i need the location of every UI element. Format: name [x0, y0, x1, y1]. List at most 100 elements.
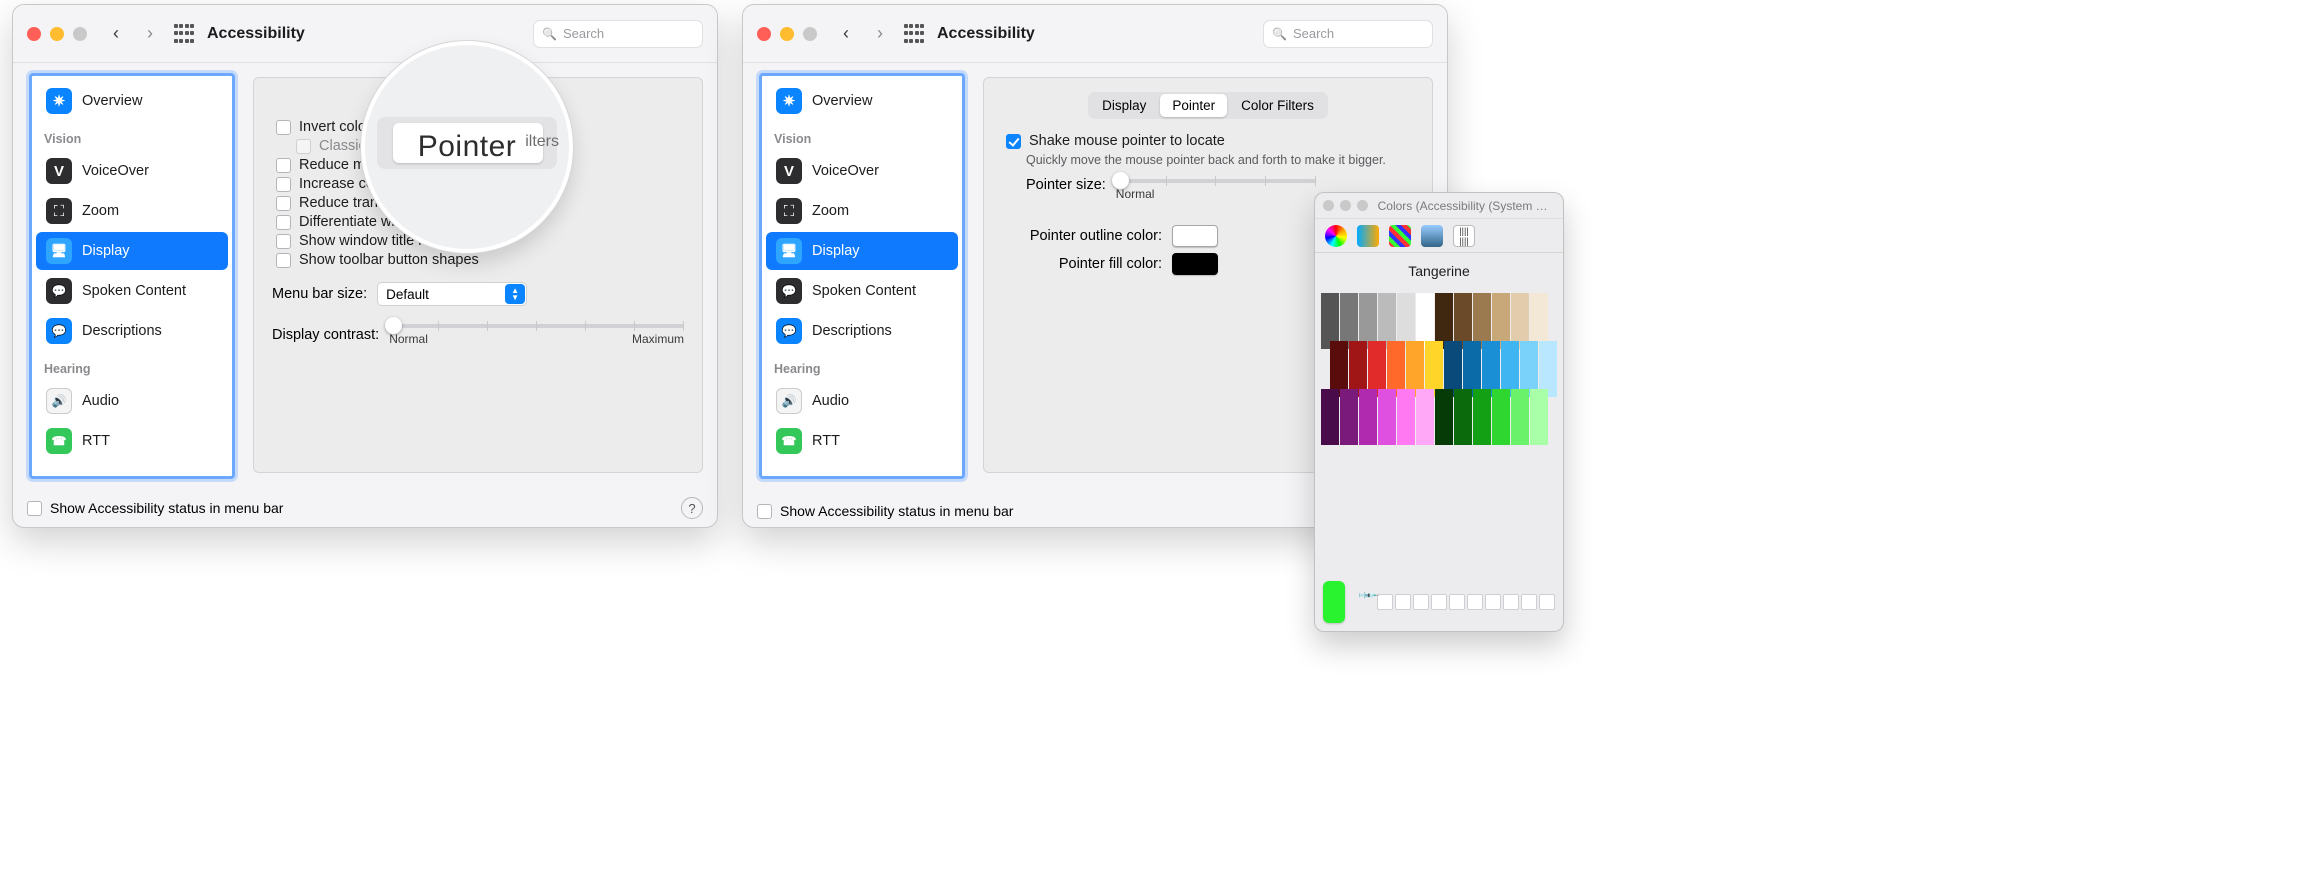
- colorpanel-modes: ||||||||: [1315, 219, 1563, 253]
- back-button[interactable]: ‹: [105, 23, 127, 45]
- forward-button[interactable]: ›: [139, 23, 161, 45]
- sidebar-item-rtt[interactable]: RTT: [36, 422, 228, 460]
- pencil-swatch[interactable]: [1321, 389, 1339, 445]
- recent-slot[interactable]: [1395, 594, 1411, 610]
- pencil-swatch[interactable]: [1530, 389, 1548, 445]
- sidebar-item-spoken[interactable]: Spoken Content: [766, 272, 958, 310]
- pointer-size-slider[interactable]: [1116, 179, 1316, 183]
- help-button[interactable]: ?: [681, 497, 703, 519]
- pencil-swatch[interactable]: [1416, 389, 1434, 445]
- outline-color-row: Pointer outline color:: [1002, 225, 1335, 247]
- menu-bar-size-select[interactable]: Default ▲▼: [377, 282, 527, 306]
- sidebar-item-zoom[interactable]: Zoom: [766, 192, 958, 230]
- sidebar-item-spoken[interactable]: Spoken Content: [36, 272, 228, 310]
- sidebar-item-display[interactable]: Display: [36, 232, 228, 270]
- sidebar-item-descriptions[interactable]: Descriptions: [36, 312, 228, 350]
- pencil-swatch[interactable]: [1378, 389, 1396, 445]
- sidebar-item-voiceover[interactable]: VoiceOver: [36, 152, 228, 190]
- pencil-swatch[interactable]: [1454, 389, 1472, 445]
- recent-slot[interactable]: [1413, 594, 1429, 610]
- selected-color-swatch[interactable]: [1323, 581, 1345, 623]
- tab-pointer[interactable]: Pointer: [1160, 94, 1227, 117]
- traffic-lights: [757, 27, 817, 41]
- recent-slot[interactable]: [1539, 594, 1555, 610]
- opt-toolbar-shapes[interactable]: Show toolbar button shapes: [276, 252, 684, 268]
- pencil-swatch[interactable]: [1359, 389, 1377, 445]
- sliders-mode-icon[interactable]: [1357, 225, 1379, 247]
- recent-colors: [1377, 594, 1555, 610]
- zoom-icon: [46, 198, 72, 224]
- pencil-swatch[interactable]: [1511, 389, 1529, 445]
- recent-slot[interactable]: [1485, 594, 1501, 610]
- minimize-icon[interactable]: [780, 27, 794, 41]
- checkbox-icon[interactable]: [757, 504, 772, 519]
- recent-slot[interactable]: [1377, 594, 1393, 610]
- overview-icon: [776, 88, 802, 114]
- colorpanel-title: Colors (Accessibility (System Pr...: [1378, 199, 1555, 213]
- pencil-swatch[interactable]: [1397, 389, 1415, 445]
- sidebar-item-voiceover[interactable]: VoiceOver: [766, 152, 958, 190]
- tab-display[interactable]: Display: [1090, 94, 1158, 117]
- checkbox-icon[interactable]: [276, 196, 291, 211]
- show-all-icon[interactable]: [173, 23, 195, 45]
- minimize-icon[interactable]: [1340, 200, 1351, 211]
- eyedropper-icon[interactable]: 💉: [1343, 584, 1380, 621]
- footer-label: Show Accessibility status in menu bar: [50, 500, 283, 516]
- recent-slot[interactable]: [1431, 594, 1447, 610]
- checkbox-icon[interactable]: [276, 215, 291, 230]
- close-icon[interactable]: [1323, 200, 1334, 211]
- sidebar-item-zoom[interactable]: Zoom: [36, 192, 228, 230]
- sidebar-item-overview[interactable]: Overview: [766, 82, 958, 120]
- window-title: Accessibility: [937, 25, 1035, 43]
- checkbox-icon[interactable]: [1006, 134, 1021, 149]
- recent-slot[interactable]: [1449, 594, 1465, 610]
- slider-knob[interactable]: [1112, 172, 1129, 189]
- outline-color-swatch[interactable]: [1172, 225, 1218, 247]
- prefs-window-1: ‹ › Accessibility Search Overview Vision…: [12, 4, 718, 528]
- back-button[interactable]: ‹: [835, 23, 857, 45]
- sidebar-item-rtt[interactable]: RTT: [766, 422, 958, 460]
- checkbox-icon[interactable]: [276, 234, 291, 249]
- display-icon: [46, 238, 72, 264]
- pencils-mode-icon[interactable]: ||||||||: [1453, 225, 1475, 247]
- search-field[interactable]: Search: [533, 20, 703, 48]
- close-icon[interactable]: [757, 27, 771, 41]
- recent-slot[interactable]: [1467, 594, 1483, 610]
- voiceover-icon: [776, 158, 802, 184]
- pencil-swatch[interactable]: [1492, 389, 1510, 445]
- checkbox-icon[interactable]: [276, 120, 291, 135]
- minimize-icon[interactable]: [50, 27, 64, 41]
- sidebar-item-descriptions[interactable]: Descriptions: [766, 312, 958, 350]
- zoom-window-icon[interactable]: [1357, 200, 1368, 211]
- chevron-updown-icon: ▲▼: [505, 284, 525, 304]
- checkbox-icon[interactable]: [276, 253, 291, 268]
- sidebar-item-overview[interactable]: Overview: [36, 82, 228, 120]
- recent-slot[interactable]: [1503, 594, 1519, 610]
- wheel-mode-icon[interactable]: [1325, 225, 1347, 247]
- pencil-swatch[interactable]: [1340, 389, 1358, 445]
- fill-color-swatch[interactable]: [1172, 253, 1218, 275]
- show-all-icon[interactable]: [903, 23, 925, 45]
- palettes-mode-icon[interactable]: [1389, 225, 1411, 247]
- tab-color-filters[interactable]: Color Filters: [1229, 94, 1326, 117]
- sidebar-item-display[interactable]: Display: [766, 232, 958, 270]
- close-icon[interactable]: [27, 27, 41, 41]
- checkbox-icon[interactable]: [276, 177, 291, 192]
- overview-icon: [46, 88, 72, 114]
- checkbox-icon[interactable]: [276, 158, 291, 173]
- opt-shake[interactable]: Shake mouse pointer to locate: [1006, 133, 1414, 149]
- sidebar: Overview Vision VoiceOver Zoom Display S…: [759, 73, 965, 479]
- pencil-swatch[interactable]: [1435, 389, 1453, 445]
- image-mode-icon[interactable]: [1421, 225, 1443, 247]
- zoom-window-icon[interactable]: [73, 27, 87, 41]
- checkbox-icon[interactable]: [27, 501, 42, 516]
- pencil-swatch[interactable]: [1473, 389, 1491, 445]
- color-picker-panel: Colors (Accessibility (System Pr... ||||…: [1314, 192, 1564, 632]
- recent-slot[interactable]: [1521, 594, 1537, 610]
- forward-button[interactable]: ›: [869, 23, 891, 45]
- zoom-window-icon[interactable]: [803, 27, 817, 41]
- sidebar-item-audio[interactable]: Audio: [36, 382, 228, 420]
- sidebar-item-audio[interactable]: Audio: [766, 382, 958, 420]
- search-field[interactable]: Search: [1263, 20, 1433, 48]
- display-contrast-slider[interactable]: [389, 324, 684, 328]
